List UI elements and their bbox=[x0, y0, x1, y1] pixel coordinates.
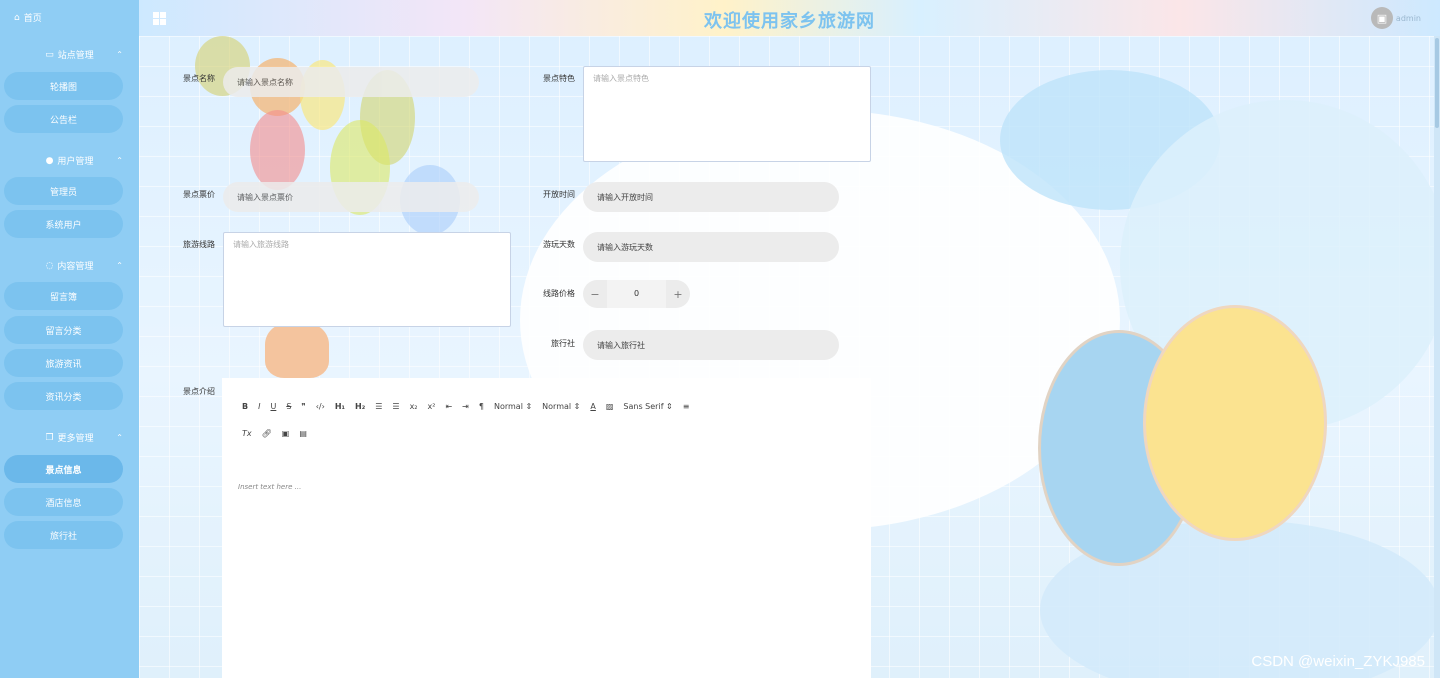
blockquote-icon[interactable]: ❞ bbox=[301, 402, 305, 411]
sidebar-group-label: 内容管理 bbox=[57, 262, 94, 272]
girl-illustration bbox=[265, 322, 329, 378]
balloon-decoration bbox=[250, 110, 305, 190]
sidebar-group-label: 用户管理 bbox=[57, 157, 94, 167]
days-label: 游玩天数 bbox=[543, 240, 575, 249]
underline-icon[interactable]: U bbox=[270, 402, 276, 411]
bold-icon[interactable]: B bbox=[242, 402, 248, 411]
sidebar-item-hotels[interactable]: 酒店信息 bbox=[4, 488, 123, 516]
editor-toolbar: B I U S ❞ ‹/› H₁ H₂ ☰ ☰ x₂ x² ⇤ ⇥ ¶ Norm… bbox=[242, 402, 871, 411]
feature-label: 景点特色 bbox=[543, 74, 575, 83]
scrollbar-thumb[interactable] bbox=[1435, 38, 1439, 128]
increment-button[interactable]: + bbox=[666, 288, 690, 301]
decrement-button[interactable]: − bbox=[583, 288, 607, 301]
bullet-list-icon[interactable]: ☰ bbox=[392, 402, 399, 411]
sidebar-item-notice[interactable]: 公告栏 bbox=[4, 105, 123, 133]
page-title: 欢迎使用家乡旅游网 bbox=[704, 11, 875, 32]
text-color-icon[interactable]: A bbox=[590, 402, 595, 411]
name-label: 景点名称 bbox=[183, 74, 215, 83]
ordered-list-icon[interactable]: ☰ bbox=[375, 402, 382, 411]
heading2-icon[interactable]: H₂ bbox=[355, 402, 365, 411]
editor-toolbar-row2: Tx 🔗︎ ▣ ▤ bbox=[242, 429, 307, 438]
sidebar: ⌂ 首页 ▭ 站点管理 ⌃ 轮播图 公告栏 ● 用户管理 ⌃ 管理员 系统用户 … bbox=[0, 0, 139, 678]
link-icon[interactable]: 🔗︎ bbox=[262, 429, 272, 438]
price-value[interactable]: 0 bbox=[607, 280, 666, 308]
indent-icon[interactable]: ⇥ bbox=[462, 402, 469, 411]
username[interactable]: admin bbox=[1396, 14, 1421, 23]
sidebar-home[interactable]: ⌂ 首页 bbox=[14, 11, 42, 25]
balloon-decoration bbox=[1143, 305, 1327, 541]
sidebar-home-label: 首页 bbox=[23, 14, 42, 24]
image-icon: ▣ bbox=[1376, 11, 1388, 25]
header-select[interactable]: Normal ⇕ bbox=[494, 402, 532, 411]
route-label: 旅游线路 bbox=[183, 240, 215, 249]
subscript-icon[interactable]: x₂ bbox=[410, 402, 418, 411]
italic-icon[interactable]: I bbox=[258, 402, 260, 411]
feature-textarea[interactable]: 请输入景点特色 bbox=[583, 66, 871, 162]
sidebar-group-more[interactable]: ❐ 更多管理 ⌃ bbox=[0, 431, 139, 445]
name-input[interactable]: 请输入景点名称 bbox=[223, 67, 479, 97]
size-select[interactable]: Normal ⇕ bbox=[542, 402, 580, 411]
intro-label: 景点介绍 bbox=[183, 387, 215, 396]
home-icon: ⌂ bbox=[14, 12, 20, 23]
sidebar-group-label: 更多管理 bbox=[57, 434, 94, 444]
code-icon[interactable]: ‹/› bbox=[316, 402, 325, 411]
chevron-up-icon: ⌃ bbox=[116, 433, 123, 442]
watermark: CSDN @weixin_ZYKJ985 bbox=[1251, 653, 1425, 670]
strike-icon[interactable]: S bbox=[286, 402, 291, 411]
price-stepper: − 0 + bbox=[583, 280, 690, 308]
open-time-label: 开放时间 bbox=[543, 190, 575, 199]
sidebar-item-attractions[interactable]: 景点信息 bbox=[4, 455, 123, 483]
copy-icon: ❐ bbox=[45, 432, 54, 443]
editor-placeholder[interactable]: Insert text here ... bbox=[238, 483, 301, 491]
open-time-input[interactable]: 请输入开放时间 bbox=[583, 182, 839, 212]
scrollbar[interactable] bbox=[1434, 36, 1440, 678]
agency-label: 旅行社 bbox=[551, 339, 575, 348]
video-icon[interactable]: ▤ bbox=[299, 429, 307, 438]
sidebar-item-news[interactable]: 旅游资讯 bbox=[4, 349, 123, 377]
outdent-icon[interactable]: ⇤ bbox=[445, 402, 452, 411]
ticket-label: 景点票价 bbox=[183, 190, 215, 199]
image-icon[interactable]: ▣ bbox=[282, 429, 290, 438]
chevron-up-icon: ⌃ bbox=[116, 50, 123, 59]
chevron-up-icon: ⌃ bbox=[116, 156, 123, 165]
chevron-up-icon: ⌃ bbox=[116, 261, 123, 270]
sidebar-item-agencies[interactable]: 旅行社 bbox=[4, 521, 123, 549]
sidebar-item-admin[interactable]: 管理员 bbox=[4, 177, 123, 205]
top-header: 欢迎使用家乡旅游网 ▣ admin bbox=[139, 0, 1440, 36]
heading1-icon[interactable]: H₁ bbox=[335, 402, 345, 411]
superscript-icon[interactable]: x² bbox=[428, 402, 436, 411]
sidebar-item-message-category[interactable]: 留言分类 bbox=[4, 316, 123, 344]
chat-icon: ◌ bbox=[45, 260, 54, 271]
sidebar-group-site[interactable]: ▭ 站点管理 ⌃ bbox=[0, 48, 139, 62]
sidebar-item-messages[interactable]: 留言簿 bbox=[4, 282, 123, 310]
align-icon[interactable]: ≡ bbox=[683, 402, 690, 411]
sidebar-group-content[interactable]: ◌ 内容管理 ⌃ bbox=[0, 259, 139, 273]
background-color-icon[interactable]: ▨ bbox=[606, 402, 614, 411]
sidebar-group-user[interactable]: ● 用户管理 ⌃ bbox=[0, 154, 139, 168]
clear-format-icon[interactable]: Tx bbox=[242, 429, 252, 438]
ticket-input[interactable]: 请输入景点票价 bbox=[223, 182, 479, 212]
price-label: 线路价格 bbox=[543, 289, 575, 298]
days-input[interactable]: 请输入游玩天数 bbox=[583, 232, 839, 262]
user-icon: ● bbox=[45, 155, 54, 166]
font-select[interactable]: Sans Serif ⇕ bbox=[623, 402, 672, 411]
rtl-icon[interactable]: ¶ bbox=[479, 402, 484, 411]
sidebar-item-news-category[interactable]: 资讯分类 bbox=[4, 382, 123, 410]
monitor-icon: ▭ bbox=[45, 49, 54, 60]
sidebar-item-carousel[interactable]: 轮播图 bbox=[4, 72, 123, 100]
avatar[interactable]: ▣ bbox=[1371, 7, 1393, 29]
sidebar-item-users[interactable]: 系统用户 bbox=[4, 210, 123, 238]
sidebar-group-label: 站点管理 bbox=[57, 51, 94, 61]
rich-text-editor: B I U S ❞ ‹/› H₁ H₂ ☰ ☰ x₂ x² ⇤ ⇥ ¶ Norm… bbox=[222, 378, 871, 678]
route-textarea[interactable]: 请输入旅游线路 bbox=[223, 232, 511, 327]
agency-input[interactable]: 请输入旅行社 bbox=[583, 330, 839, 360]
